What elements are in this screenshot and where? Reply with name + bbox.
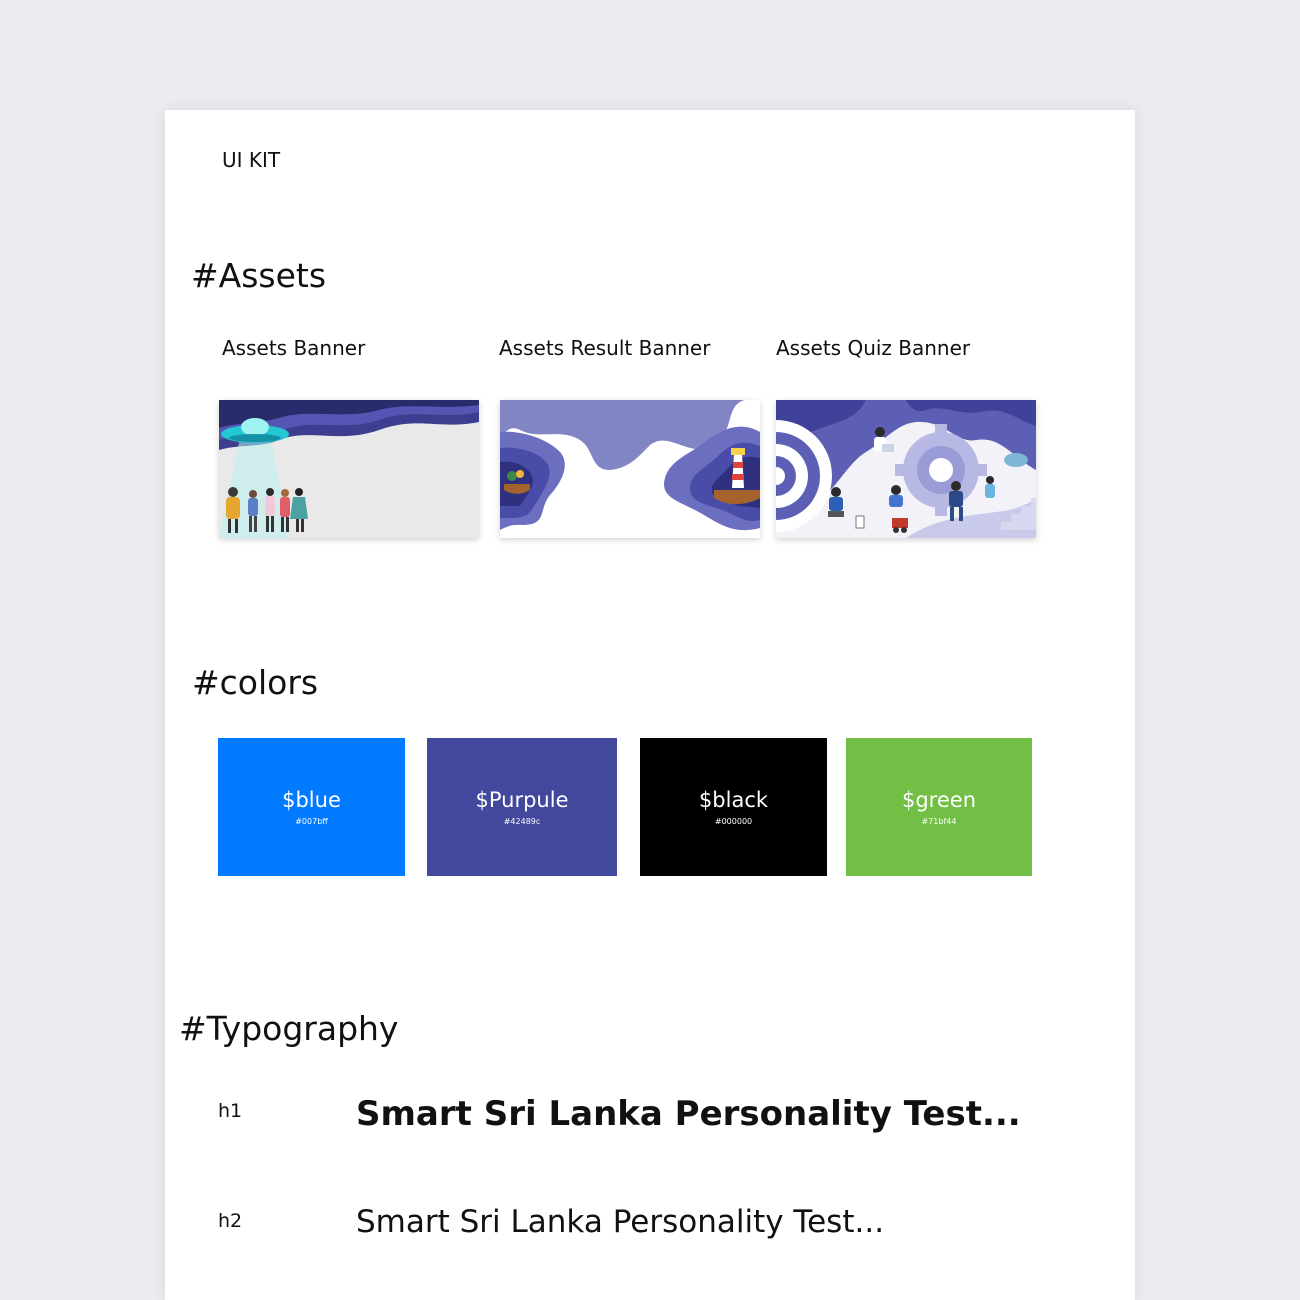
swatch-hex: #007bff bbox=[295, 816, 328, 826]
swatch-green: $green #71bf44 bbox=[846, 738, 1032, 876]
swatch-name: $blue bbox=[282, 787, 341, 812]
swatch-name: $black bbox=[698, 787, 769, 812]
swatch-name: $Purpule bbox=[475, 787, 569, 812]
assets-result-banner-image[interactable] bbox=[500, 400, 760, 538]
swatch-blue: $blue #007bff bbox=[218, 738, 405, 876]
swatch-hex: #71bf44 bbox=[921, 816, 957, 826]
assets-banner-image[interactable] bbox=[219, 400, 479, 538]
quiz-illustration bbox=[776, 400, 1036, 538]
kit-title: UI KIT bbox=[222, 148, 281, 172]
banner-label-quiz: Assets Quiz Banner bbox=[776, 336, 971, 360]
swatch-name: $green bbox=[901, 787, 976, 812]
swatch-purple: $Purpule #42489c bbox=[427, 738, 617, 876]
ufo-illustration bbox=[219, 400, 479, 538]
swatch-hex: #000000 bbox=[714, 816, 753, 826]
colors-heading: #colors bbox=[192, 663, 319, 702]
typography-heading: #Typography bbox=[179, 1009, 399, 1048]
banner-label-assets: Assets Banner bbox=[222, 336, 366, 360]
assets-quiz-banner-image[interactable] bbox=[776, 400, 1036, 538]
swatch-hex: #42489c bbox=[503, 816, 541, 826]
typography-sample-h1: Smart Sri Lanka Personality Test... bbox=[356, 1094, 1021, 1134]
typography-sample-h2: Smart Sri Lanka Personality Test... bbox=[356, 1204, 885, 1240]
assets-heading: #Assets bbox=[191, 256, 327, 295]
typography-tag-h2: h2 bbox=[218, 1210, 243, 1232]
lighthouse-illustration bbox=[500, 400, 760, 538]
banner-label-result: Assets Result Banner bbox=[499, 336, 711, 360]
typography-tag-h1: h1 bbox=[218, 1100, 243, 1122]
ui-kit-sheet: UI KIT #Assets Assets Banner Assets Resu… bbox=[165, 110, 1135, 1300]
swatch-black: $black #000000 bbox=[640, 738, 827, 876]
